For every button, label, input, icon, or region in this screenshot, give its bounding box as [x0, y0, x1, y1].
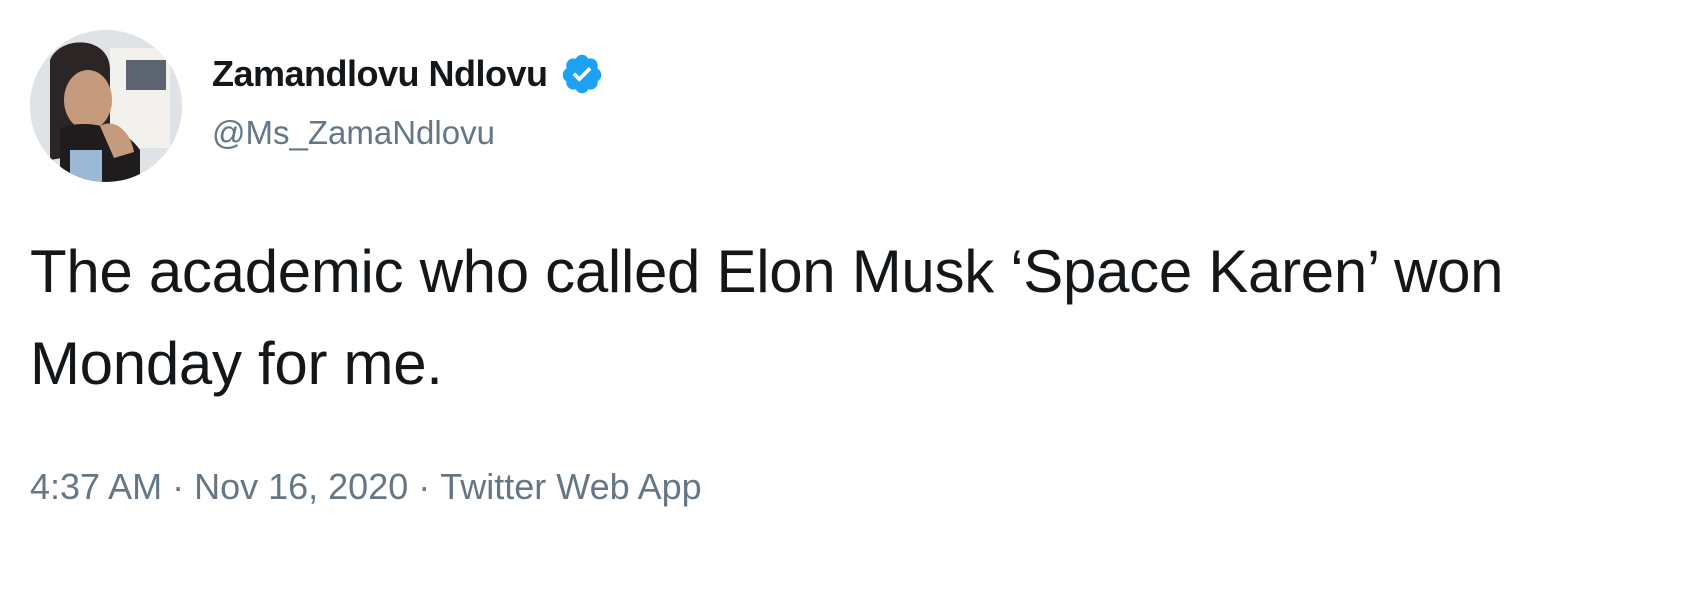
tweet-source-link[interactable]: Twitter Web App [440, 466, 701, 508]
tweet-metadata: 4:37 AM · Nov 16, 2020 · Twitter Web App [30, 466, 702, 508]
tweet-text: The academic who called Elon Musk ‘Space… [30, 238, 1504, 397]
avatar[interactable] [30, 30, 182, 182]
avatar-photo-icon [30, 30, 182, 182]
author-handle[interactable]: @Ms_ZamaNdlovu [212, 114, 495, 152]
verified-badge-icon [560, 52, 604, 96]
meta-separator: · [418, 466, 431, 507]
meta-separator: · [172, 466, 185, 507]
author-display-name[interactable]: Zamandlovu Ndlovu [212, 53, 548, 95]
author-name-row: Zamandlovu Ndlovu [212, 52, 604, 96]
tweet-date[interactable]: Nov 16, 2020 [194, 466, 408, 508]
tweet-time[interactable]: 4:37 AM [30, 466, 162, 508]
tweet-card: Zamandlovu Ndlovu @Ms_ZamaNdlovu The aca… [0, 0, 1690, 600]
